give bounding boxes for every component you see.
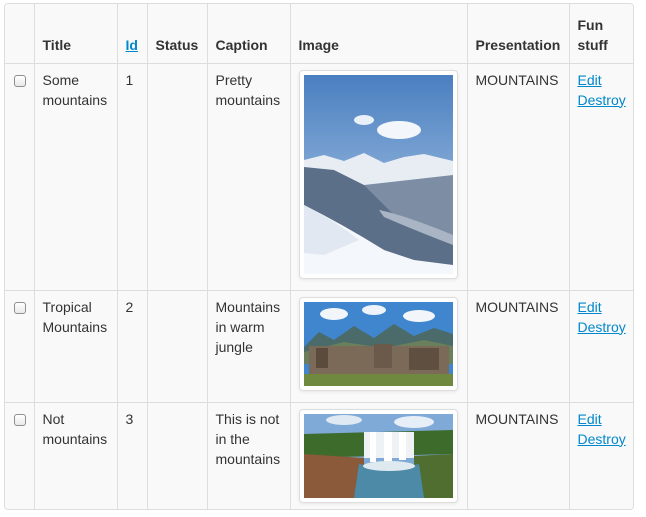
status-cell bbox=[146, 62, 207, 290]
image-thumbnail[interactable] bbox=[298, 408, 458, 503]
caption-line: Pretty bbox=[215, 71, 253, 88]
table-row: Some mountains 1 Pretty mountains MOUNTA… bbox=[5, 62, 633, 290]
title-cell: Some mountains bbox=[33, 62, 117, 290]
caption-cell: Pretty mountains bbox=[206, 62, 290, 290]
row-checkbox[interactable] bbox=[14, 74, 26, 87]
row-checkbox[interactable] bbox=[14, 413, 26, 426]
title-line: Mountains bbox=[42, 318, 108, 335]
table-row: Not mountains 3 This is not in the mount… bbox=[5, 401, 633, 509]
caption-line: mountains bbox=[215, 450, 281, 467]
caption-line: in the bbox=[215, 430, 250, 447]
image-cell bbox=[289, 401, 467, 509]
records-table: Title Id Status Caption Image Presentati… bbox=[5, 4, 633, 509]
caption-line: in warm bbox=[215, 318, 265, 335]
header-fun-line1: Fun bbox=[577, 16, 604, 33]
status-cell bbox=[146, 289, 207, 402]
id-cell: 3 bbox=[116, 401, 147, 509]
destroy-link[interactable]: Destroy bbox=[578, 90, 628, 110]
actions-cell: Edit Destroy bbox=[568, 289, 633, 402]
header-presentation[interactable]: Presentation bbox=[466, 4, 569, 63]
image-thumbnail[interactable] bbox=[298, 69, 458, 279]
actions-cell: Edit Destroy bbox=[568, 401, 633, 509]
header-id[interactable]: Id bbox=[116, 4, 147, 63]
mountain-snow-image bbox=[303, 74, 453, 274]
destroy-link[interactable]: Destroy bbox=[578, 317, 628, 337]
row-select-cell bbox=[5, 401, 34, 509]
header-caption[interactable]: Caption bbox=[206, 4, 290, 63]
title-cell: Not mountains bbox=[33, 401, 117, 509]
caption-cell: This is not in the mountains bbox=[206, 401, 290, 509]
title-cell: Tropical Mountains bbox=[33, 289, 117, 402]
waterfall-image bbox=[303, 413, 453, 498]
title-line: Not bbox=[42, 410, 65, 427]
title-line: Tropical bbox=[42, 298, 92, 315]
id-cell: 2 bbox=[116, 289, 147, 402]
edit-link[interactable]: Edit bbox=[578, 409, 628, 429]
caption-cell: Mountains in warm jungle bbox=[206, 289, 290, 402]
header-status[interactable]: Status bbox=[146, 4, 207, 63]
presentation-cell: MOUNTAINS bbox=[466, 62, 569, 290]
image-cell bbox=[289, 289, 467, 402]
records-table-container: Title Id Status Caption Image Presentati… bbox=[4, 3, 634, 510]
title-line: Some bbox=[42, 71, 80, 88]
presentation-cell: MOUNTAINS bbox=[466, 289, 569, 402]
row-select-cell bbox=[5, 62, 34, 290]
row-select-cell bbox=[5, 289, 34, 402]
header-fun-line2: stuff bbox=[577, 36, 608, 53]
edit-link[interactable]: Edit bbox=[578, 297, 628, 317]
edit-link[interactable]: Edit bbox=[578, 70, 628, 90]
caption-line: mountains bbox=[215, 91, 281, 108]
presentation-cell: MOUNTAINS bbox=[466, 401, 569, 509]
header-row: Title Id Status Caption Image Presentati… bbox=[5, 4, 633, 63]
caption-line: jungle bbox=[215, 338, 253, 355]
header-image[interactable]: Image bbox=[289, 4, 467, 63]
ruins-mountain-image bbox=[303, 301, 453, 386]
sort-id-link[interactable]: Id bbox=[126, 37, 138, 53]
caption-line: Mountains bbox=[215, 298, 281, 315]
caption-line: This is not bbox=[215, 410, 280, 427]
title-line: mountains bbox=[42, 91, 108, 108]
status-cell bbox=[146, 401, 207, 509]
header-fun-stuff: Fun stuff bbox=[568, 4, 633, 63]
image-cell bbox=[289, 62, 467, 290]
row-checkbox[interactable] bbox=[14, 301, 26, 314]
header-select bbox=[5, 4, 34, 63]
table-row: Tropical Mountains 2 Mountains in warm j… bbox=[5, 289, 633, 402]
image-thumbnail[interactable] bbox=[298, 296, 458, 391]
id-cell: 1 bbox=[116, 62, 147, 290]
actions-cell: Edit Destroy bbox=[568, 62, 633, 290]
header-title[interactable]: Title bbox=[33, 4, 117, 63]
title-line: mountains bbox=[42, 430, 108, 447]
destroy-link[interactable]: Destroy bbox=[578, 429, 628, 449]
